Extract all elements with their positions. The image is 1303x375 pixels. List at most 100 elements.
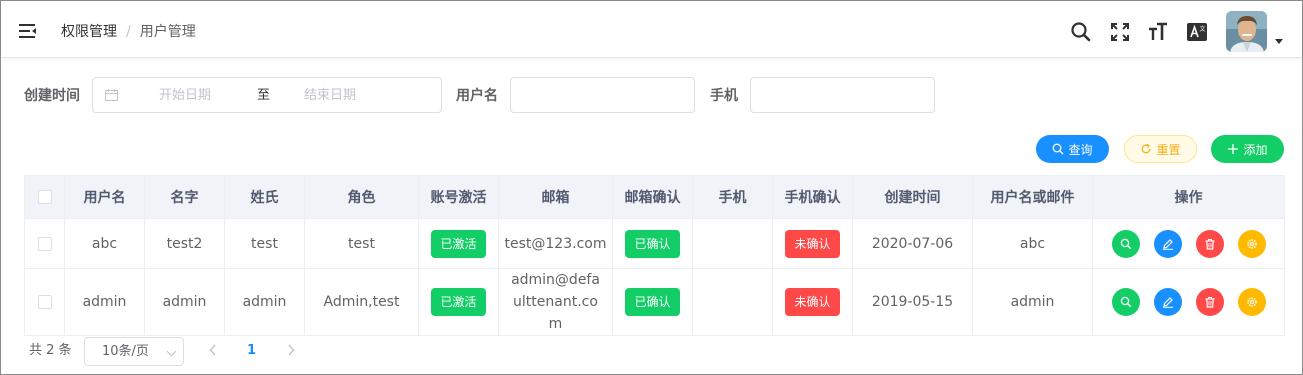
view-button[interactable] (1111, 288, 1140, 316)
column-header: 名字 (144, 175, 225, 219)
username-cell: abc (64, 218, 145, 269)
chevron-down-icon (166, 346, 177, 357)
page-number-current[interactable]: 1 (247, 343, 256, 359)
edit-icon (1162, 297, 1173, 308)
column-header: 邮箱确认 (612, 175, 693, 219)
hamburger-menu-icon[interactable] (19, 23, 37, 39)
created-time-cell: 2019-05-15 (852, 268, 973, 336)
email-confirmed-cell: 已确认 (612, 268, 693, 336)
user-avatar[interactable] (1226, 11, 1267, 52)
phone-cell (692, 268, 773, 336)
email-confirmed-tag: 已确认 (625, 288, 680, 316)
select-all-checkbox[interactable] (37, 190, 52, 204)
column-header: 用户名或邮件 (972, 175, 1093, 219)
search-icon (1120, 238, 1131, 249)
reset-button-label: 重置 (1156, 142, 1181, 157)
login-cell: abc (972, 218, 1093, 269)
username-label: 用户名 (456, 88, 498, 104)
trash-icon (1205, 297, 1214, 308)
user-table: 用户名 名字 姓氏 角色 账号激活 邮箱 邮箱确认 手机 手机确认 创建时间 用… (24, 175, 1285, 336)
prev-page-icon[interactable] (208, 343, 218, 357)
breadcrumb-item-permissions[interactable]: 权限管理 (61, 23, 117, 41)
active-cell: 已激活 (418, 268, 499, 336)
column-header: 账号激活 (418, 175, 499, 219)
row-select-cell (24, 268, 65, 336)
edit-icon (1162, 238, 1173, 250)
settings-button[interactable] (1237, 229, 1266, 258)
breadcrumb-item-user-management: 用户管理 (139, 24, 196, 40)
email-cell: test@123.com (498, 218, 613, 269)
surname-cell: admin (224, 268, 305, 336)
phone-confirmed-cell: 未确认 (772, 268, 853, 336)
delete-button[interactable] (1195, 229, 1224, 258)
fullscreen-icon[interactable] (1109, 21, 1131, 43)
view-button[interactable] (1111, 229, 1140, 258)
end-date-input[interactable]: 结束日期 (304, 87, 356, 105)
operations-cell (1092, 268, 1285, 336)
range-separator: 至 (257, 88, 271, 103)
user-dropdown-caret-icon[interactable] (1275, 39, 1283, 44)
search-button-label: 查询 (1068, 142, 1093, 157)
name-cell: test2 (144, 218, 225, 269)
column-header: 手机 (692, 175, 773, 219)
phone-confirmed-cell: 未确认 (772, 218, 853, 269)
start-date-input[interactable]: 开始日期 (159, 87, 211, 105)
edit-button[interactable] (1153, 229, 1182, 258)
phone-cell (692, 218, 773, 269)
username-cell: admin (64, 268, 145, 336)
calendar-icon (105, 89, 118, 101)
gear-icon (1246, 297, 1257, 307)
phone-input[interactable] (750, 77, 935, 113)
pagination-total: 共 2 条 (29, 343, 72, 358)
username-input[interactable] (510, 77, 695, 113)
operations-cell (1092, 218, 1285, 269)
roles-cell: test (304, 218, 419, 269)
phone-label: 手机 (710, 88, 738, 104)
refresh-icon (1142, 143, 1151, 154)
phone-unconfirmed-tag: 未确认 (785, 288, 840, 316)
row-checkbox[interactable] (37, 295, 52, 309)
translate-icon[interactable]: 文 (1186, 21, 1208, 43)
column-header: 操作 (1092, 175, 1285, 219)
add-button[interactable]: 添加 (1211, 135, 1284, 163)
column-header: 角色 (304, 175, 419, 219)
table-header-row: 用户名 名字 姓氏 角色 账号激活 邮箱 邮箱确认 手机 手机确认 创建时间 用… (24, 175, 1285, 219)
row-checkbox[interactable] (37, 236, 52, 251)
next-page-icon[interactable] (286, 343, 296, 357)
active-status-tag: 已激活 (431, 288, 486, 316)
trash-icon (1205, 238, 1214, 250)
roles-cell: Admin,test (304, 268, 419, 336)
search-icon[interactable] (1070, 21, 1092, 43)
name-cell: admin (144, 268, 225, 336)
column-header: 创建时间 (852, 175, 973, 219)
reset-button[interactable]: 重置 (1124, 135, 1197, 163)
surname-cell: test (224, 218, 305, 269)
page-size-value: 10条/页 (102, 344, 149, 359)
svg-text:文: 文 (1200, 25, 1206, 33)
select-all-cell (24, 175, 65, 219)
row-select-cell (24, 218, 65, 269)
table-row[interactable]: admin admin admin Admin,test 已激活 admin@d… (24, 268, 1285, 336)
column-header: 邮箱 (498, 175, 613, 219)
delete-button[interactable] (1195, 288, 1224, 316)
add-button-label: 添加 (1243, 142, 1268, 157)
edit-button[interactable] (1153, 288, 1182, 316)
column-header: 手机确认 (772, 175, 853, 219)
table-row[interactable]: abc test2 test test 已激活 test@123.com 已确认… (24, 218, 1285, 269)
font-size-icon[interactable] (1147, 21, 1169, 43)
search-icon (1053, 143, 1064, 155)
email-confirmed-cell: 已确认 (612, 218, 693, 269)
page-size-select[interactable]: 10条/页 (84, 337, 184, 366)
search-button[interactable]: 查询 (1036, 135, 1109, 163)
login-cell: admin (972, 268, 1093, 336)
created-time-label: 创建时间 (24, 88, 80, 104)
created-time-cell: 2020-07-06 (852, 218, 973, 269)
breadcrumb: 权限管理 / 用户管理 (61, 23, 196, 41)
settings-button[interactable] (1237, 288, 1266, 316)
top-navbar: 权限管理 / 用户管理 文 (1, 1, 1302, 58)
date-range-picker[interactable]: 开始日期 至 结束日期 (92, 77, 442, 113)
search-icon (1120, 296, 1131, 308)
email-cell: admin@defaulttenant.com (498, 268, 613, 336)
plus-icon (1228, 144, 1239, 154)
column-header: 姓氏 (224, 175, 305, 219)
